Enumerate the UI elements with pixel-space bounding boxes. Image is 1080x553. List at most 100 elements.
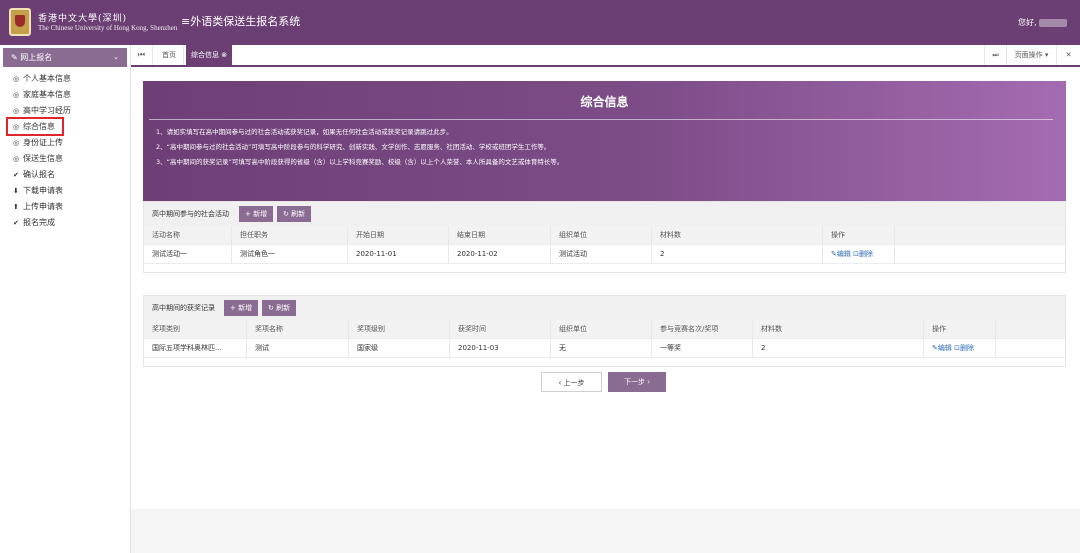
previous-step-button[interactable]: ‹ 上一步 <box>541 372 602 392</box>
sidebar-item-label: 保送生信息 <box>23 154 63 163</box>
sidebar-item-complete[interactable]: ✔ 报名完成 <box>13 216 55 229</box>
sidebar-item-personal-info[interactable]: ◎ 个人基本信息 <box>13 72 71 85</box>
column-header: 参与竞赛名次/奖项 <box>652 320 753 339</box>
next-step-button[interactable]: 下一步 › <box>608 372 666 392</box>
award-count-cell: 2 <box>753 339 924 358</box>
column-header: 操作 <box>924 320 996 339</box>
add-activity-button[interactable]: + 新增 <box>239 206 274 222</box>
sidebar-item-download-form[interactable]: ⬇ 下载申请表 <box>13 184 63 197</box>
tab-scroll-left-icon[interactable]: ⏮ <box>131 45 153 65</box>
fullscreen-icon[interactable]: ✕ <box>1056 45 1080 65</box>
tab-comprehensive-info[interactable]: 综合信息 ⊗ <box>186 45 233 65</box>
edit-link[interactable]: ✎编辑 <box>932 344 952 352</box>
sidebar-item-recommend-info[interactable]: ◎ 保送生信息 <box>13 152 63 165</box>
column-header: 担任职务 <box>232 226 348 245</box>
table-row[interactable]: 测试活动一 测试角色一 2020-11-01 2020-11-02 测试活动 2… <box>144 245 1065 264</box>
page-operations-menu[interactable]: 页面操作 ▾ <box>1006 45 1056 65</box>
tabs-bar: ⏮ 首页 综合信息 ⊗ ⏭ 页面操作 ▾ ✕ <box>131 45 1080 67</box>
award-date-cell: 2020-11-03 <box>450 339 551 358</box>
column-header: 材料数 <box>753 320 924 339</box>
award-level-cell: 国家级 <box>349 339 450 358</box>
sidebar-item-label: 确认报名 <box>23 170 55 179</box>
user-greeting[interactable]: 您好, <box>1018 17 1067 28</box>
sidebar: ✎ 网上报名 ⌄ ◎ 个人基本信息 ◎ 家庭基本信息 ◎ 高中学习经历 ◎ 综合信息 ◎… <box>0 45 131 553</box>
refresh-label: 刷新 <box>276 304 291 312</box>
sidebar-item-high-school[interactable]: ◎ 高中学习经历 <box>13 104 71 117</box>
award-category-cell: 国际五项学科奥林匹... <box>144 339 247 358</box>
tab-scroll-right-icon[interactable]: ⏭ <box>984 45 1006 65</box>
edit-icon: ✎ <box>11 53 21 62</box>
sidebar-item-label: 身份证上传 <box>23 138 63 147</box>
refresh-icon: ↻ <box>283 210 292 218</box>
activity-start-cell: 2020-11-01 <box>348 245 449 264</box>
banner-note: 3、“高中期间的获奖记录”可填写高中阶段获得的省级（含）以上学科竞赛奖励、校级（… <box>156 158 564 166</box>
sidebar-item-confirm[interactable]: ✔ 确认报名 <box>13 168 55 181</box>
column-header: 材料数 <box>652 226 823 245</box>
sidebar-item-label: 上传申请表 <box>23 202 63 211</box>
banner-note: 1、请如实填写在高中期间参与过的社会活动或获奖记录，如果无任何社会活动或获奖记录… <box>156 128 453 136</box>
activities-panel: 高中期间参与的社会活动 + 新增 ↻ 刷新 活动名称 担任职务 开始日期 结束日… <box>143 201 1066 273</box>
refresh-activities-button[interactable]: ↻ 刷新 <box>277 206 312 222</box>
fingerprint-icon: ◎ <box>13 75 20 83</box>
column-header: 操作 <box>823 226 895 245</box>
award-name-cell: 测试 <box>247 339 349 358</box>
column-header: 获奖时间 <box>450 320 551 339</box>
check-icon: ✔ <box>13 219 19 227</box>
sidebar-item-label: 家庭基本信息 <box>23 90 71 99</box>
sidebar-item-label: 高中学习经历 <box>23 106 71 115</box>
sidebar-item-id-upload[interactable]: ◎ 身份证上传 <box>13 136 63 149</box>
activity-count-cell: 2 <box>652 245 823 264</box>
fingerprint-icon: ◎ <box>13 139 20 147</box>
tab-home[interactable]: 首页 <box>155 45 184 65</box>
refresh-label: 刷新 <box>291 210 306 218</box>
activity-name-cell: 测试活动一 <box>144 245 232 264</box>
footer-area <box>131 509 1080 553</box>
award-rank-cell: 一等奖 <box>652 339 753 358</box>
banner-title: 综合信息 <box>580 95 629 109</box>
chevron-right-icon: › <box>644 378 651 386</box>
greeting-text: 您好, <box>1018 18 1037 27</box>
sidebar-item-label: 个人基本信息 <box>23 74 71 83</box>
add-award-button[interactable]: + 新增 <box>224 300 259 316</box>
delete-link[interactable]: ⊡删除 <box>954 344 974 352</box>
logo-chinese-name: 香港中文大學(深圳) <box>38 14 128 24</box>
logo-english-name: The Chinese University of Hong Kong, She… <box>38 24 178 32</box>
sidebar-item-family-info[interactable]: ◎ 家庭基本信息 <box>13 88 71 101</box>
edit-link[interactable]: ✎编辑 <box>831 250 851 258</box>
close-icon[interactable]: ⊗ <box>219 51 227 59</box>
banner-divider <box>149 119 1053 120</box>
activity-role-cell: 测试角色一 <box>232 245 348 264</box>
table-header-row: 奖项类别 奖项名称 奖项级别 获奖时间 组织单位 参与竞赛名次/奖项 材料数 操… <box>144 320 1065 339</box>
column-header: 活动名称 <box>144 226 232 245</box>
column-header: 奖项类别 <box>144 320 247 339</box>
activity-org-cell: 测试活动 <box>551 245 652 264</box>
highlight-box <box>6 117 64 136</box>
table-row[interactable]: 国际五项学科奥林匹... 测试 国家级 2020-11-03 无 一等奖 2 ✎… <box>144 339 1065 358</box>
fingerprint-icon: ◎ <box>13 155 20 163</box>
delete-link[interactable]: ⊡删除 <box>853 250 873 258</box>
column-header: 组织单位 <box>551 320 652 339</box>
column-header: 组织单位 <box>551 226 652 245</box>
refresh-icon: ↻ <box>268 304 277 312</box>
awards-panel: 高中期间的获奖记录 + 新增 ↻ 刷新 奖项类别 奖项名称 奖项级别 获奖时间 … <box>143 295 1066 367</box>
upload-icon: ⬆ <box>13 203 19 211</box>
chevron-down-icon: ⌄ <box>113 53 119 61</box>
info-banner: 综合信息 1、请如实填写在高中期间参与过的社会活动或获奖记录，如果无任何社会活动… <box>143 81 1066 201</box>
table-header-row: 活动名称 担任职务 开始日期 结束日期 组织单位 材料数 操作 <box>144 226 1065 245</box>
column-header: 结束日期 <box>449 226 551 245</box>
system-title: ≡外语类保送生报名系统 <box>181 15 301 28</box>
page-ops-label: 页面操作 <box>1014 51 1043 59</box>
activities-title: 高中期间参与的社会活动 <box>152 210 229 218</box>
main-content: 综合信息 1、请如实填写在高中期间参与过的社会活动或获奖记录，如果无任何社会活动… <box>131 67 1080 553</box>
check-icon: ✔ <box>13 171 19 179</box>
column-header: 奖项级别 <box>349 320 450 339</box>
sidebar-item-label: 报名完成 <box>23 218 55 227</box>
sidebar-item-upload-form[interactable]: ⬆ 上传申请表 <box>13 200 63 213</box>
activity-end-cell: 2020-11-02 <box>449 245 551 264</box>
sidebar-section-label: 网上报名 <box>20 53 53 62</box>
caret-down-icon: ▾ <box>1042 51 1049 59</box>
activity-actions-cell: ✎编辑 ⊡删除 <box>823 245 895 264</box>
refresh-awards-button[interactable]: ↻ 刷新 <box>262 300 297 316</box>
award-org-cell: 无 <box>551 339 652 358</box>
sidebar-section-header[interactable]: ✎ 网上报名 ⌄ <box>3 48 127 67</box>
